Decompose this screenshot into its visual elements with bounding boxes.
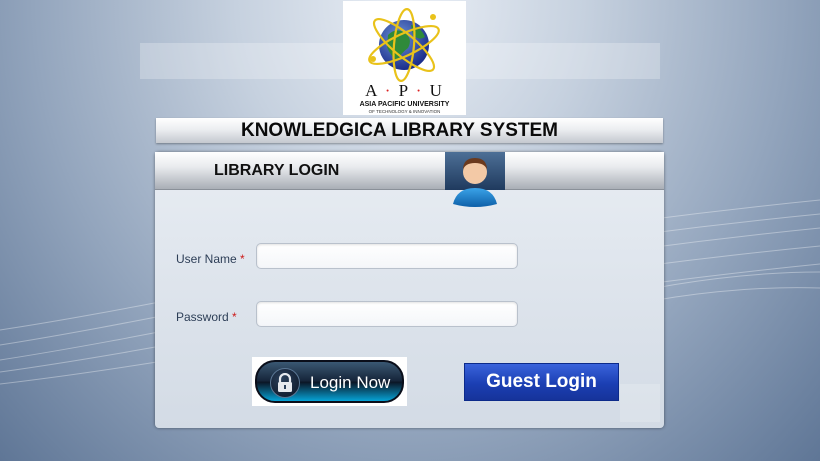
username-label: User Name * [176,252,245,266]
logo-letter-p: P [398,81,410,100]
university-logo: A · P · U ASIA PACIFIC UNIVERSITY OF TEC… [343,1,466,115]
username-label-text: User Name [176,252,237,266]
login-button-frame: Login Now [252,357,407,406]
password-label-text: Password [176,310,229,324]
system-title: KNOWLEDGICA LIBRARY SYSTEM [240,120,559,141]
system-title-bar: KNOWLEDGICA LIBRARY SYSTEM [156,118,663,143]
logo-letter-a: A [365,81,379,100]
username-input[interactable] [256,243,518,269]
decorative-shadow [620,384,660,422]
globe-atom-icon [368,8,440,82]
logo-university-tagline: OF TECHNOLOGY & INNOVATION [368,109,441,114]
password-required-mark: * [232,310,237,324]
guest-login-button[interactable]: Guest Login [464,363,619,401]
lock-icon [270,368,300,398]
login-panel-header: LIBRARY LOGIN [155,152,664,190]
logo-university-name: ASIA PACIFIC UNIVERSITY [359,101,450,108]
logo-letters: A · P · U [343,81,466,101]
logo-letter-u: U [429,81,444,100]
user-avatar-icon [445,152,505,207]
panel-title: LIBRARY LOGIN [214,162,340,179]
logo-dot: · [384,81,393,100]
logo-dot: · [415,81,424,100]
password-label: Password * [176,310,237,324]
password-input[interactable] [256,301,518,327]
login-now-label: Login Now [310,373,391,392]
username-required-mark: * [240,252,245,266]
login-now-button[interactable]: Login Now [255,360,404,403]
